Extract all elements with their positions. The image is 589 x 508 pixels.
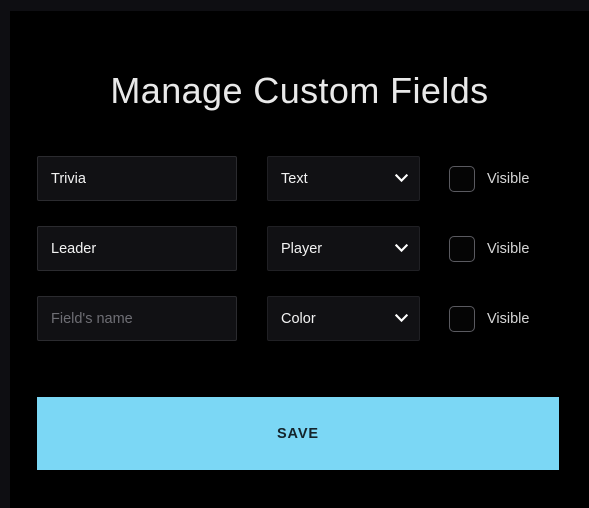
field-name-input[interactable] (37, 226, 237, 271)
visible-toggle-group[interactable]: Visible (449, 296, 529, 341)
field-type-select[interactable]: Player (267, 226, 420, 271)
field-type-select-wrapper: Player (267, 226, 420, 271)
field-name-input[interactable] (37, 156, 237, 201)
field-type-select[interactable]: Color (267, 296, 420, 341)
field-row: Color Visible (37, 296, 589, 343)
visible-checkbox[interactable] (449, 165, 475, 192)
field-row: Text Visible (37, 156, 589, 203)
visible-label: Visible (487, 240, 530, 257)
field-row: Player Visible (37, 226, 589, 273)
page-title: Manage Custom Fields (110, 70, 489, 111)
field-type-select-wrapper: Color (267, 296, 420, 341)
field-name-input[interactable] (37, 296, 237, 341)
manage-custom-fields-panel: Manage Custom Fields Text Visible (10, 11, 589, 508)
visible-checkbox[interactable] (449, 305, 475, 332)
field-type-select[interactable]: Text (267, 156, 420, 201)
visible-label: Visible (487, 310, 530, 327)
save-button[interactable]: SAVE (37, 397, 559, 470)
visible-checkbox[interactable] (449, 235, 475, 262)
custom-fields-list: Text Visible Player (37, 156, 589, 366)
visible-label: Visible (487, 170, 530, 187)
field-type-select-wrapper: Text (267, 156, 420, 201)
visible-toggle-group[interactable]: Visible (449, 156, 529, 201)
visible-toggle-group[interactable]: Visible (449, 226, 529, 271)
app-root: Manage Custom Fields Text Visible (0, 0, 589, 508)
